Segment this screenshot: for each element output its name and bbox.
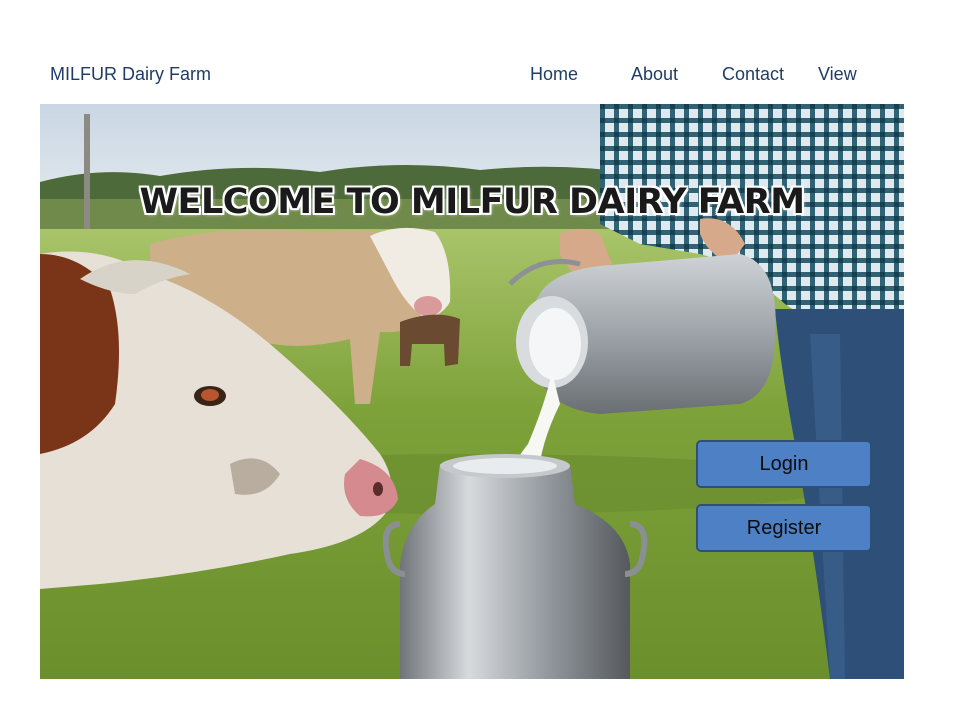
nav-contact[interactable]: Contact <box>722 64 784 85</box>
hero-banner: WELCOME TO MILFUR DAIRY FARM Login Regis… <box>40 104 904 679</box>
hero-welcome-title: WELCOME TO MILFUR DAIRY FARM <box>139 182 805 222</box>
login-button[interactable]: Login <box>696 440 872 488</box>
main-nav: Home About Contact View <box>0 64 960 90</box>
nav-about[interactable]: About <box>631 64 678 85</box>
nav-view[interactable]: View <box>818 64 857 85</box>
nav-home[interactable]: Home <box>530 64 578 85</box>
register-button[interactable]: Register <box>696 504 872 552</box>
